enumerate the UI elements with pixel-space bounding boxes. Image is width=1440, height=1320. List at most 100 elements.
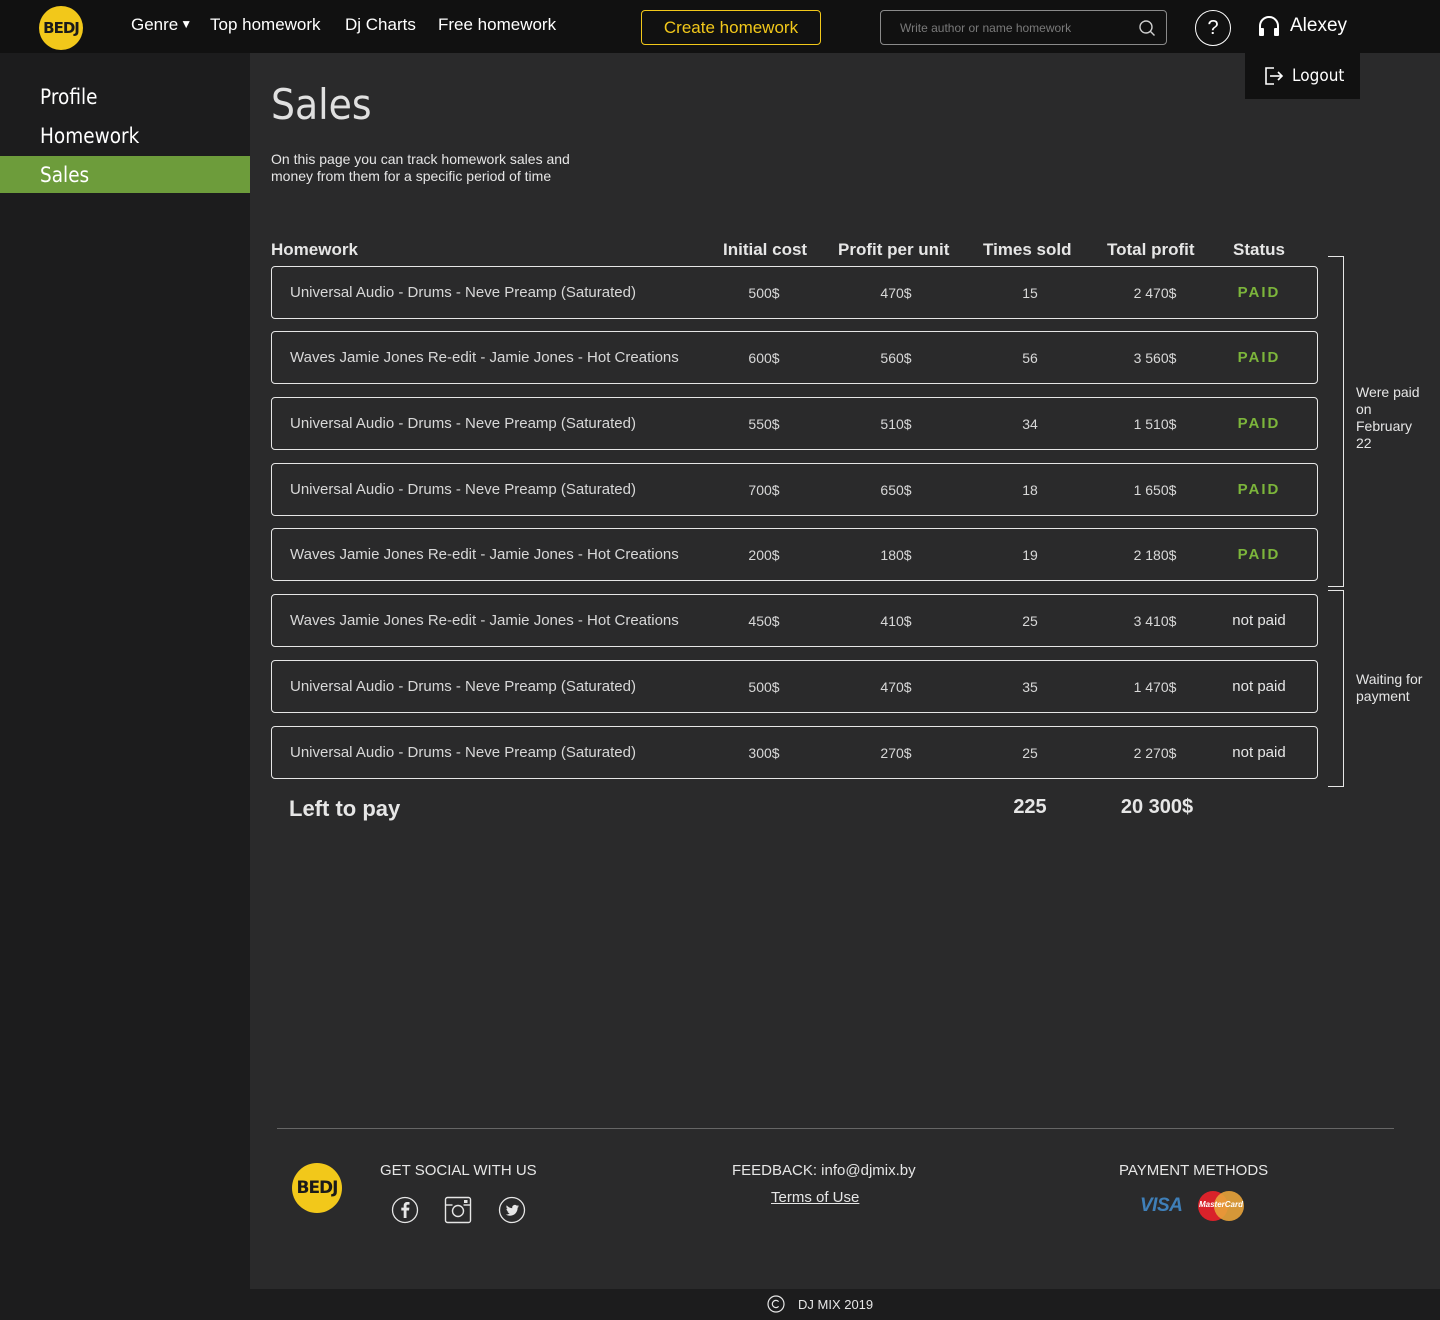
total-profit-cell: 3 560$: [1133, 349, 1177, 366]
status-badge: not paid: [1232, 678, 1286, 695]
status-badge: PAID: [1237, 481, 1281, 498]
initial-cost-cell: 300$: [748, 744, 780, 761]
logo-text: BEDJ: [43, 19, 80, 37]
logout-label: Logout: [1292, 66, 1345, 86]
social-title: GET SOCIAL WITH US: [380, 1162, 537, 1179]
facebook-icon[interactable]: [391, 1196, 419, 1224]
payment-methods-title: PAYMENT METHODS: [1119, 1162, 1269, 1179]
nav-free-homework[interactable]: Free homework: [438, 15, 556, 35]
times-sold-cell: 15: [1022, 284, 1038, 301]
status-badge: PAID: [1237, 284, 1281, 301]
profit-per-unit-cell: 650$: [880, 481, 912, 498]
homework-name-cell: Universal Audio - Drums - Neve Preamp (S…: [290, 284, 636, 301]
times-sold-cell: 18: [1022, 481, 1038, 498]
logout-icon: [1265, 67, 1284, 85]
profit-per-unit-cell: 470$: [880, 678, 912, 695]
table-row[interactable]: Waves Jamie Jones Re-edit - Jamie Jones …: [271, 331, 1318, 384]
table-row[interactable]: Universal Audio - Drums - Neve Preamp (S…: [271, 266, 1318, 319]
search-icon[interactable]: [1138, 19, 1156, 37]
profit-per-unit-cell: 470$: [880, 284, 912, 301]
copyright-text: DJ MIX 2019: [798, 1297, 874, 1312]
total-profit-cell: 3 410$: [1133, 612, 1177, 629]
nav-top-homework[interactable]: Top homework: [210, 15, 321, 35]
times-sold-cell: 25: [1022, 612, 1038, 629]
paid-group-label: Were paid on February 22: [1356, 384, 1420, 451]
status-badge: PAID: [1237, 546, 1281, 563]
sidebar-item-label: Homework: [40, 123, 140, 148]
user-menu[interactable]: Alexey: [1257, 15, 1347, 37]
nav-genre-dropdown[interactable]: Genre ▼: [131, 15, 192, 35]
terms-of-use-link[interactable]: Terms of Use: [771, 1189, 859, 1206]
summary-total-profit: 20 300$: [1120, 796, 1194, 818]
nav-dj-charts[interactable]: Dj Charts: [345, 15, 416, 35]
profit-per-unit-cell: 180$: [880, 546, 912, 563]
search-box: [880, 10, 1167, 45]
sidebar-item-sales[interactable]: Sales: [0, 156, 250, 193]
total-profit-cell: 1 650$: [1133, 481, 1177, 498]
summary-times-sold: 225: [1013, 796, 1047, 818]
create-homework-button[interactable]: Create homework: [641, 10, 821, 45]
initial-cost-cell: 550$: [748, 415, 780, 432]
times-sold-cell: 35: [1022, 678, 1038, 695]
status-badge: PAID: [1237, 415, 1281, 432]
status-badge: PAID: [1237, 349, 1281, 366]
bottom-bar: [0, 1289, 1440, 1320]
footer-logo[interactable]: BEDJ: [292, 1163, 342, 1213]
feedback-email[interactable]: FEEDBACK: info@djmix.by: [732, 1162, 916, 1179]
copyright-icon: [767, 1295, 785, 1313]
column-header-profit-per-unit: Profit per unit: [838, 240, 950, 259]
table-row[interactable]: Waves Jamie Jones Re-edit - Jamie Jones …: [271, 528, 1318, 581]
total-profit-cell: 2 470$: [1133, 284, 1177, 301]
homework-name-cell: Universal Audio - Drums - Neve Preamp (S…: [290, 481, 636, 498]
initial-cost-cell: 450$: [748, 612, 780, 629]
logo[interactable]: BEDJ: [39, 6, 83, 50]
profit-per-unit-cell: 270$: [880, 744, 912, 761]
total-profit-cell: 1 470$: [1133, 678, 1177, 695]
status-badge: not paid: [1232, 744, 1286, 761]
column-header-total-profit: Total profit: [1107, 240, 1195, 259]
logout-button[interactable]: Logout: [1245, 53, 1360, 99]
user-name: Alexey: [1290, 15, 1348, 36]
page-title: Sales: [271, 80, 372, 129]
column-header-homework: Homework: [271, 240, 358, 259]
homework-name-cell: Universal Audio - Drums - Neve Preamp (S…: [290, 415, 636, 432]
table-row[interactable]: Universal Audio - Drums - Neve Preamp (S…: [271, 463, 1318, 516]
sidebar: [0, 53, 250, 1289]
column-header-status: Status: [1233, 240, 1285, 259]
initial-cost-cell: 500$: [748, 284, 780, 301]
times-sold-cell: 34: [1022, 415, 1038, 432]
sidebar-item-profile[interactable]: Profile: [0, 78, 250, 115]
page-description: On this page you can track homework sale…: [271, 151, 570, 184]
table-row[interactable]: Universal Audio - Drums - Neve Preamp (S…: [271, 397, 1318, 450]
footer-divider: [277, 1128, 1394, 1129]
table-row[interactable]: Universal Audio - Drums - Neve Preamp (S…: [271, 726, 1318, 779]
table-row[interactable]: Waves Jamie Jones Re-edit - Jamie Jones …: [271, 594, 1318, 647]
search-input[interactable]: [881, 11, 1131, 44]
times-sold-cell: 25: [1022, 744, 1038, 761]
homework-name-cell: Waves Jamie Jones Re-edit - Jamie Jones …: [290, 546, 679, 563]
instagram-icon[interactable]: [444, 1196, 472, 1224]
homework-name-cell: Waves Jamie Jones Re-edit - Jamie Jones …: [290, 349, 679, 366]
times-sold-cell: 19: [1022, 546, 1038, 563]
sidebar-item-label: Profile: [40, 84, 98, 109]
column-header-initial-cost: Initial cost: [723, 240, 808, 259]
profit-per-unit-cell: 410$: [880, 612, 912, 629]
total-profit-cell: 2 180$: [1133, 546, 1177, 563]
left-to-pay-label: Left to pay: [289, 796, 401, 821]
logo-text: BEDJ: [296, 1178, 338, 1198]
help-button[interactable]: ?: [1195, 10, 1231, 46]
profit-per-unit-cell: 510$: [880, 415, 912, 432]
sidebar-item-homework[interactable]: Homework: [0, 117, 250, 154]
initial-cost-cell: 500$: [748, 678, 780, 695]
homework-name-cell: Universal Audio - Drums - Neve Preamp (S…: [290, 744, 636, 761]
column-header-times-sold: Times sold: [983, 240, 1072, 259]
homework-name-cell: Universal Audio - Drums - Neve Preamp (S…: [290, 678, 636, 695]
initial-cost-cell: 700$: [748, 481, 780, 498]
table-row[interactable]: Universal Audio - Drums - Neve Preamp (S…: [271, 660, 1318, 713]
mastercard-logo: MasterCard: [1198, 1191, 1244, 1221]
twitter-icon[interactable]: [498, 1196, 526, 1224]
initial-cost-cell: 200$: [748, 546, 780, 563]
headphones-icon: [1259, 16, 1279, 36]
waiting-group-label: Waiting for payment: [1356, 671, 1423, 704]
status-badge: not paid: [1232, 612, 1286, 629]
